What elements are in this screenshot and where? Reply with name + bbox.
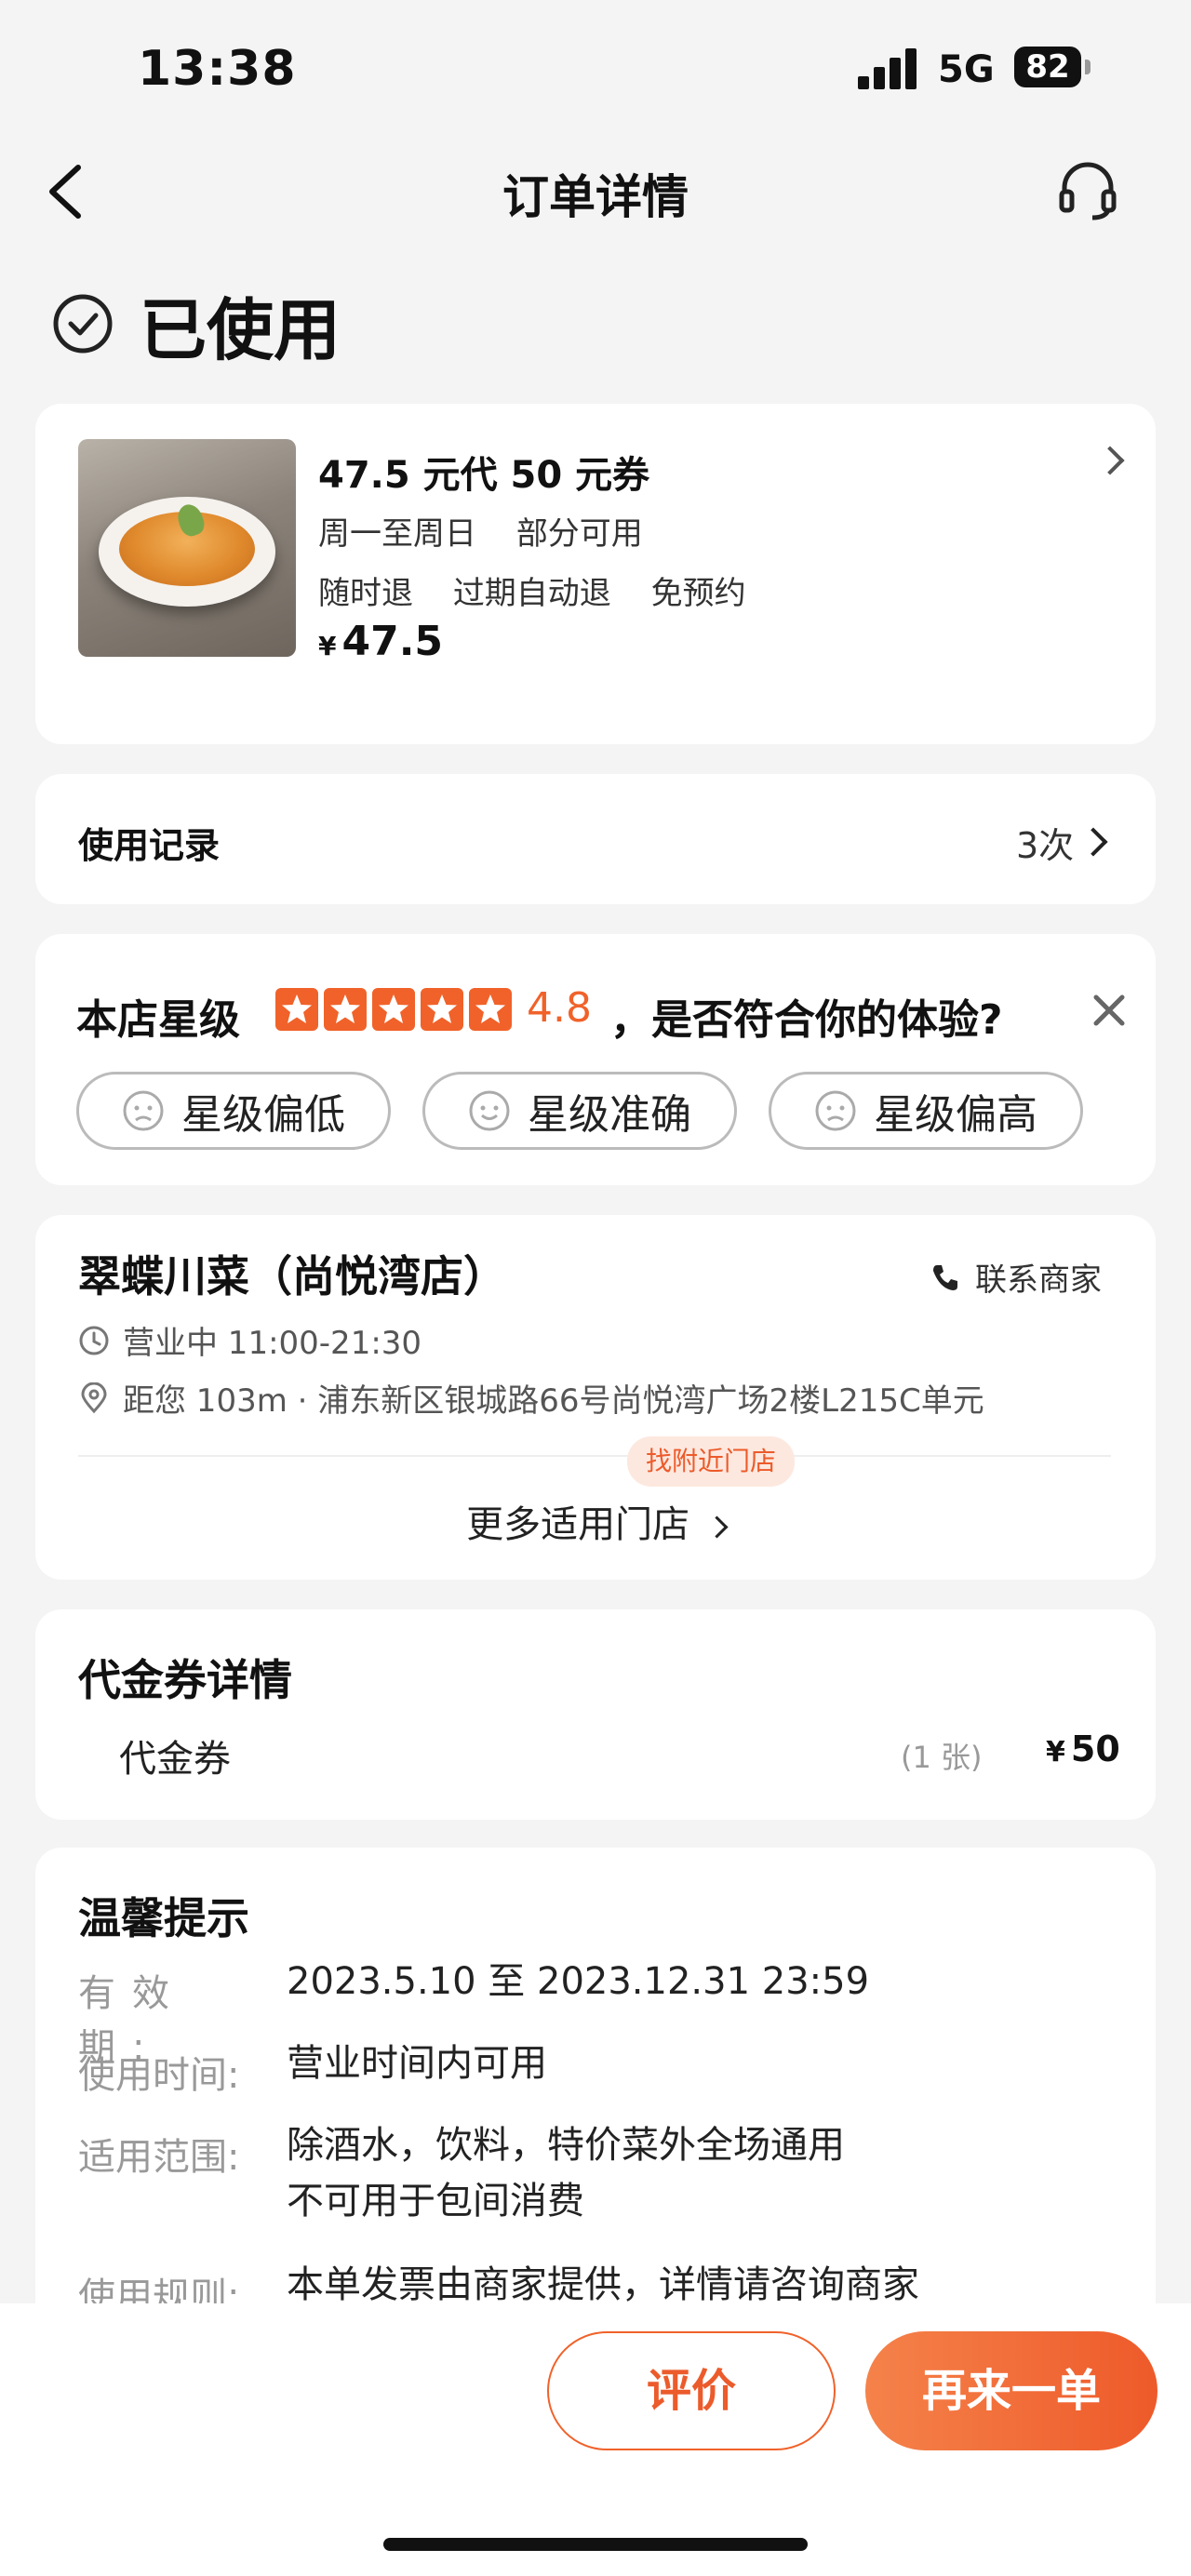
product-card[interactable]: 47.5 元代 50 元券 周一至周日 部分可用 随时退 过期自动退 免预约 ¥… bbox=[35, 404, 1156, 744]
voucher-title: 代金券详情 bbox=[78, 1655, 292, 1705]
product-availability: 周一至周日 部分可用 bbox=[318, 508, 673, 554]
divider bbox=[78, 1455, 1111, 1457]
location-pin-icon bbox=[81, 1381, 107, 1413]
star-icon bbox=[324, 988, 367, 1031]
policy-auto-refund: 过期自动退 bbox=[452, 575, 611, 612]
voucher-name: 代金券 bbox=[119, 1738, 231, 1781]
notice-title: 温馨提示 bbox=[78, 1893, 249, 1943]
rating-high-label: 星级偏高 bbox=[874, 1091, 1037, 1139]
star-icon bbox=[421, 988, 463, 1031]
price-value: 50 bbox=[1070, 1728, 1120, 1769]
signal-icon bbox=[858, 48, 917, 89]
clock-icon bbox=[79, 1326, 109, 1355]
sad-face-icon bbox=[123, 1090, 164, 1131]
voucher-price: ¥50 bbox=[1046, 1728, 1120, 1769]
contact-merchant-button[interactable]: 联系商家 bbox=[930, 1254, 1102, 1300]
usage-time-value: 营业时间内可用 bbox=[287, 2042, 547, 2085]
voucher-card: 代金券详情 代金券 (1 张) ¥50 bbox=[35, 1609, 1156, 1820]
store-hours: 营业中 11:00-21:30 bbox=[78, 1317, 422, 1363]
rating-question: ，是否符合你的体验? bbox=[610, 996, 1003, 1044]
review-button[interactable]: 评价 bbox=[547, 2331, 836, 2450]
store-name[interactable]: 翠蝶川菜（尚悦湾店） bbox=[78, 1243, 506, 1304]
product-image bbox=[78, 439, 296, 657]
contact-merchant-label: 联系商家 bbox=[975, 1261, 1102, 1299]
chevron-right-icon bbox=[1095, 446, 1125, 475]
sad-face-icon bbox=[815, 1090, 856, 1131]
close-icon[interactable] bbox=[1092, 994, 1126, 1027]
scope-value: 除酒水，饮料，特价菜外全场通用 bbox=[287, 2124, 845, 2167]
battery-tip bbox=[1085, 60, 1091, 74]
product-price: ¥47.5 bbox=[318, 618, 443, 665]
price-value: 47.5 bbox=[341, 618, 444, 665]
order-status: 已使用 bbox=[52, 279, 341, 369]
smile-face-icon bbox=[469, 1090, 510, 1131]
customer-service-button[interactable] bbox=[1057, 160, 1118, 221]
page-title: 订单详情 bbox=[502, 170, 689, 224]
phone-icon bbox=[933, 1264, 957, 1290]
store-address[interactable]: 距您 103m · 浦东新区银城路66号尚悦湾广场2楼L215C单元 bbox=[78, 1375, 984, 1421]
notice-card: 温馨提示 有效期: 2023.5.10 至 2023.12.31 23:59 使… bbox=[35, 1848, 1156, 2369]
more-stores-label: 更多适用门店 bbox=[466, 1503, 690, 1546]
currency-symbol: ¥ bbox=[1046, 1736, 1065, 1768]
currency-symbol: ¥ bbox=[318, 631, 337, 661]
usage-record-row[interactable]: 使用记录 3次 bbox=[35, 774, 1156, 904]
order-status-label: 已使用 bbox=[140, 290, 341, 369]
reorder-button[interactable]: 再来一单 bbox=[865, 2331, 1158, 2450]
star-rating bbox=[275, 988, 517, 1031]
star-icon bbox=[275, 988, 318, 1031]
availability-days: 周一至周日 bbox=[318, 515, 476, 553]
star-icon bbox=[469, 988, 512, 1031]
chevron-right-icon bbox=[705, 1515, 729, 1539]
rating-label: 本店星级 bbox=[76, 996, 240, 1044]
rating-low-label: 星级偏低 bbox=[181, 1091, 345, 1139]
headset-icon bbox=[1059, 162, 1117, 220]
usage-record-label: 使用记录 bbox=[78, 825, 221, 866]
star-icon bbox=[372, 988, 415, 1031]
usage-time-label: 使用时间: bbox=[78, 2054, 240, 2097]
more-stores-link[interactable]: 更多适用门店 bbox=[35, 1494, 1156, 1548]
availability-scope: 部分可用 bbox=[515, 515, 643, 553]
validity-value: 2023.5.10 至 2023.12.31 23:59 bbox=[287, 1960, 870, 2003]
scope-label: 适用范围: bbox=[78, 2136, 240, 2179]
store-address-text: 距您 103m · 浦东新区银城路66号尚悦湾广场2楼L215C单元 bbox=[123, 1382, 984, 1420]
product-policies: 随时退 过期自动退 免预约 bbox=[318, 567, 776, 613]
rating-low-button[interactable]: 星级偏低 bbox=[76, 1072, 391, 1150]
voucher-qty: (1 张) bbox=[901, 1740, 983, 1775]
rating-accurate-button[interactable]: 星级准确 bbox=[422, 1072, 737, 1150]
policy-no-reservation: 免预约 bbox=[650, 575, 746, 612]
rating-score: 4.8 bbox=[527, 984, 592, 1032]
network-label: 5G bbox=[938, 48, 995, 91]
home-indicator bbox=[383, 2538, 808, 2551]
rating-accurate-label: 星级准确 bbox=[528, 1091, 691, 1139]
usage-record-count: 3次 bbox=[1016, 825, 1075, 866]
policy-refund-anytime: 随时退 bbox=[318, 575, 413, 612]
chevron-right-icon bbox=[1078, 827, 1108, 857]
store-card: 翠蝶川菜（尚悦湾店） 联系商家 营业中 11:00-21:30 距您 103m … bbox=[35, 1215, 1156, 1580]
scope-value-2: 不可用于包间消费 bbox=[287, 2180, 584, 2222]
product-title: 47.5 元代 50 元券 bbox=[318, 454, 650, 497]
check-circle-icon bbox=[53, 294, 113, 354]
rating-card: 本店星级 4.8 ，是否符合你的体验? 星级偏低 星级准确 星级偏高 bbox=[35, 934, 1156, 1185]
store-hours-text: 营业中 11:00-21:30 bbox=[123, 1325, 422, 1362]
rating-high-button[interactable]: 星级偏高 bbox=[769, 1072, 1083, 1150]
status-time: 13:38 bbox=[138, 41, 297, 97]
battery-icon: 82 bbox=[1014, 47, 1081, 87]
nearby-stores-tag[interactable]: 找附近门店 bbox=[627, 1436, 795, 1487]
